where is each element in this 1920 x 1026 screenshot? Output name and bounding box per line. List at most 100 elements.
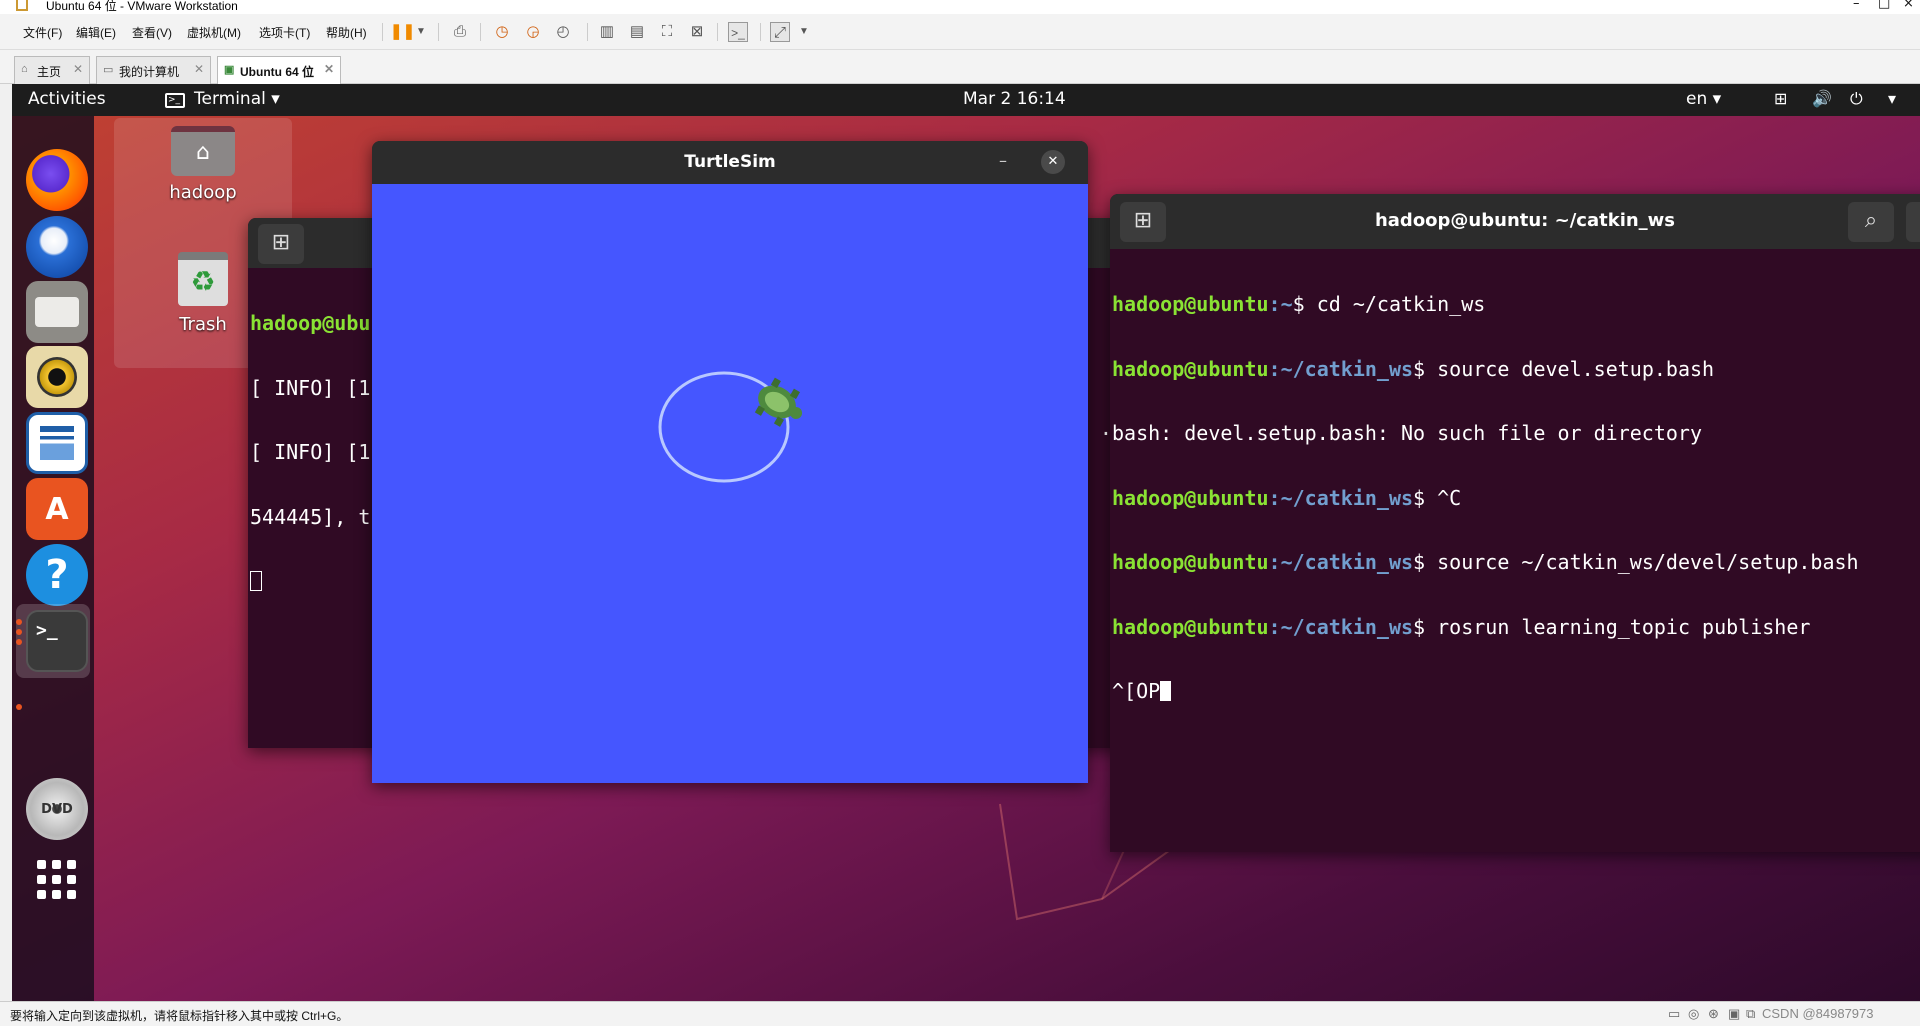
dock-show-apps[interactable]	[26, 849, 88, 911]
dock-thunderbird[interactable]	[26, 216, 88, 278]
search-icon[interactable]: ⌕	[1848, 202, 1894, 242]
floppy-status-icon[interactable]: ▣	[1728, 1006, 1740, 1022]
ubuntu-guest-screen[interactable]: Activities >_ Terminal ▾ Mar 2 16:14 en …	[12, 84, 1920, 1001]
menu-vm[interactable]: 虚拟机(M)	[187, 24, 241, 41]
terminal-line: hadoop@ubuntu:~$ cd ~/catkin_ws	[1112, 292, 1920, 316]
minimize-button[interactable]: –	[999, 151, 1007, 170]
terminal-line: hadoop@ubuntu:~/catkin_ws$ ^C	[1112, 485, 1920, 510]
main-terminal-header[interactable]: ⊞ hadoop@ubuntu: ~/catkin_ws ⌕ ≡	[1110, 194, 1920, 249]
main-terminal-window[interactable]: ⊞ hadoop@ubuntu: ~/catkin_ws ⌕ ≡ hadoop@…	[1110, 194, 1920, 852]
tab-home[interactable]: ⌂ 主页 ✕	[14, 56, 90, 84]
vmware-menu-bar: 文件(F) 编辑(E) 查看(V) 虚拟机(M) 选项卡(T) 帮助(H) ❚❚…	[0, 14, 1920, 50]
home-folder-icon: ⌂	[171, 126, 235, 176]
ubuntu-dock: A ? >_ DVD	[12, 116, 94, 1001]
terminal-line: bash: devel.setup.bash: No such file or …	[1112, 421, 1920, 445]
dock-dvd[interactable]: DVD	[26, 778, 88, 840]
dock-libreoffice-writer[interactable]	[26, 412, 88, 474]
send-keys-icon[interactable]: ⎙	[450, 22, 470, 42]
prompt-path: :~/catkin_ws	[1268, 614, 1414, 639]
close-tab-icon[interactable]: ✕	[194, 62, 204, 76]
toolbar-separator	[760, 23, 761, 41]
minimize-window-button[interactable]: –	[1853, 0, 1860, 11]
terminal-line: hadoop@ubuntu:~/catkin_ws$ source ~/catk…	[1112, 550, 1920, 574]
volume-icon[interactable]: 🔊	[1812, 89, 1832, 108]
network-icon[interactable]: ⊞	[1774, 89, 1787, 108]
close-tab-icon[interactable]: ✕	[324, 62, 334, 76]
folder-shape	[35, 297, 79, 327]
firefox-icon	[26, 149, 88, 211]
menu-file[interactable]: 文件(F)	[23, 24, 62, 41]
console-view-icon[interactable]: >_	[728, 22, 748, 42]
menu-icon[interactable]: ≡	[1906, 202, 1920, 242]
command-text: $ source ~/catkin_ws/devel/setup.bash	[1413, 550, 1859, 574]
command-text: $ cd ~/catkin_ws	[1292, 292, 1486, 316]
running-indicator	[16, 639, 22, 645]
thumbnail-bar-icon[interactable]: ▤	[627, 22, 647, 42]
dock-terminal[interactable]: >_	[26, 610, 88, 672]
system-menu-arrow-icon[interactable]: ▾	[1888, 89, 1896, 108]
vmware-status-bar: 要将输入定向到该虚拟机，请将鼠标指针移入其中或按 Ctrl+G。 ▭ ◎ ⊛ ▣…	[0, 1001, 1920, 1026]
rhythmbox-icon	[26, 346, 88, 408]
dock-rhythmbox[interactable]	[26, 346, 88, 408]
dock-software[interactable]: A	[26, 478, 88, 540]
turtlesim-window[interactable]: TurtleSim – ✕	[372, 141, 1088, 783]
prompt-path: :~	[1268, 292, 1293, 316]
menu-view[interactable]: 查看(V)	[132, 24, 172, 41]
files-icon	[26, 281, 88, 343]
close-tab-icon[interactable]: ✕	[73, 62, 83, 76]
unity-mode-icon[interactable]: ⊠	[687, 22, 707, 42]
tab-ubuntu-vm[interactable]: ▣ Ubuntu 64 位 ✕	[217, 56, 341, 84]
close-button[interactable]: ✕	[1041, 150, 1065, 174]
thunderbird-icon	[26, 216, 88, 278]
software-center-icon: A	[26, 478, 88, 540]
library-view-icon[interactable]: ▥	[597, 22, 617, 42]
pause-dropdown-icon[interactable]: ▼	[411, 22, 431, 42]
pause-icon[interactable]: ❚❚	[390, 22, 415, 42]
tab-label: 主页	[37, 65, 62, 79]
desktop-home-folder[interactable]: ⌂ hadoop	[114, 124, 292, 222]
output-text: bash: devel.setup.bash: No such file or …	[1112, 421, 1703, 445]
snapshot-manager-icon[interactable]: ◴	[553, 22, 573, 42]
terminal-line: hadoop@ubuntu:~/catkin_ws$ rosrun learni…	[1112, 614, 1920, 639]
menu-tabs[interactable]: 选项卡(T)	[259, 24, 310, 41]
tab-my-computer[interactable]: ▭ 我的计算机 ✕	[96, 56, 211, 84]
terminal-line: hadoop@ubuntu:~/catkin_ws$ source devel.…	[1112, 356, 1920, 381]
usb-status-icon[interactable]: ⊛	[1708, 1006, 1719, 1022]
home-icon: ⌂	[21, 63, 28, 75]
back-terminal-output[interactable]: hadoop@ubu [ INFO] [1 [ INFO] [1 544445]…	[250, 270, 370, 690]
stretch-dropdown-icon[interactable]: ▼	[794, 22, 814, 42]
cd-status-icon[interactable]: ◎	[1688, 1006, 1699, 1022]
output-text: ^[OP	[1112, 679, 1161, 703]
network-status-icon[interactable]: ⧉	[1746, 1006, 1755, 1022]
command-text: $ rosrun learning_topic publisher	[1413, 614, 1811, 639]
menu-help[interactable]: 帮助(H)	[326, 24, 367, 41]
dock-firefox[interactable]	[26, 149, 88, 211]
close-window-button[interactable]: ×	[1903, 0, 1914, 11]
power-icon[interactable]: ⏻	[1850, 89, 1863, 109]
hdd-status-icon[interactable]: ▭	[1668, 1006, 1680, 1022]
main-terminal-output[interactable]: hadoop@ubuntu:~$ cd ~/catkin_ws hadoop@u…	[1112, 251, 1920, 851]
prompt-user: hadoop@ubuntu	[1112, 356, 1269, 381]
new-tab-icon[interactable]: ⊞	[258, 224, 304, 264]
activities-button[interactable]: Activities	[28, 89, 106, 109]
menu-edit[interactable]: 编辑(E)	[76, 24, 116, 41]
full-screen-icon[interactable]: ⛶	[657, 22, 677, 42]
revert-snapshot-icon[interactable]: ◶	[523, 22, 543, 42]
command-text: $ ^C	[1413, 485, 1462, 510]
snapshot-icon[interactable]: ◷	[492, 22, 512, 42]
prompt-user: hadoop@ubuntu	[1112, 614, 1269, 639]
app-menu-terminal[interactable]: Terminal ▾	[194, 89, 280, 109]
dvd-icon: DVD	[26, 778, 88, 840]
input-source-indicator[interactable]: en ▾	[1686, 89, 1721, 109]
dock-help[interactable]: ?	[26, 544, 88, 606]
dock-files[interactable]	[26, 281, 88, 343]
turtlesim-canvas	[372, 184, 1088, 783]
vmware-tab-bar: ⌂ 主页 ✕ ▭ 我的计算机 ✕ ▣ Ubuntu 64 位 ✕	[0, 50, 1920, 84]
turtlesim-title-bar[interactable]: TurtleSim – ✕	[372, 141, 1088, 184]
stretch-guest-icon[interactable]: ⤢	[770, 22, 790, 42]
clock[interactable]: Mar 2 16:14	[963, 89, 1066, 109]
prompt-user: hadoop@ubuntu	[1112, 550, 1269, 574]
terminal-app-icon: >_	[165, 93, 185, 108]
libreoffice-writer-icon	[26, 412, 88, 474]
maximize-window-button[interactable]: □	[1878, 0, 1890, 11]
